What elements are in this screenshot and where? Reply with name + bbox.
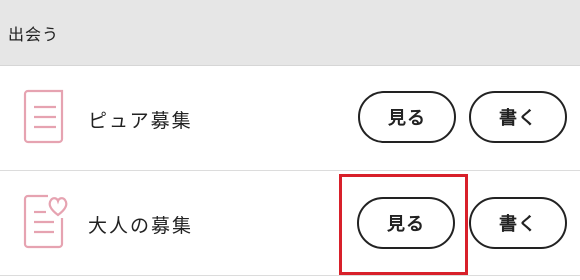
write-button[interactable]: 書く <box>469 197 567 249</box>
section-header: 出会う <box>0 0 580 66</box>
list-item-pure: ピュア募集 見る 書く <box>0 67 580 171</box>
section-title: 出会う <box>8 24 60 44</box>
view-button[interactable]: 見る <box>357 197 455 249</box>
row-label: ピュア募集 <box>88 109 193 132</box>
view-button[interactable]: 見る <box>358 91 456 143</box>
write-button[interactable]: 書く <box>469 91 567 143</box>
document-lines-icon <box>22 89 68 145</box>
row-label: 大人の募集 <box>88 214 194 237</box>
document-heart-icon <box>22 194 68 250</box>
list-item-adult: 大人の募集 見る 書く <box>0 172 580 276</box>
